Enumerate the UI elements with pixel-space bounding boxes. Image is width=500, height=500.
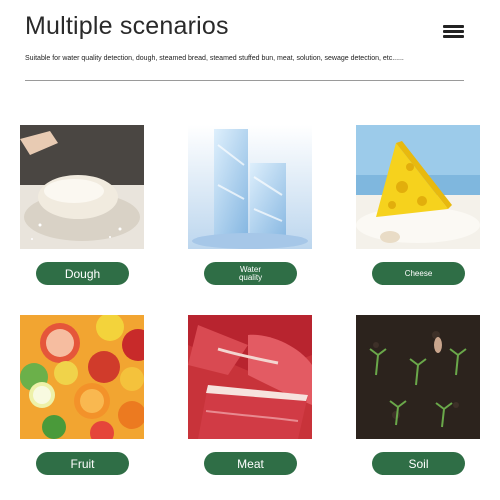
scenario-label-water-quality: Water quality (238, 264, 263, 282)
page-subtitle: Suitable for water quality detection, do… (25, 55, 404, 62)
scenario-button-fruit[interactable]: Fruit (36, 452, 129, 475)
cheese-image (356, 125, 480, 249)
scenario-button-dough[interactable]: Dough (36, 262, 129, 285)
page-title: Multiple scenarios (25, 12, 229, 40)
scenario-button-cheese[interactable]: Cheese (372, 262, 465, 285)
soil-image (356, 315, 480, 439)
menu-bar (443, 35, 464, 38)
meat-image (188, 315, 312, 439)
scenario-button-water-quality[interactable]: Water quality (204, 262, 297, 285)
fruit-image (20, 315, 144, 439)
scenario-button-meat[interactable]: Meat (204, 452, 297, 475)
hamburger-menu-icon[interactable] (443, 24, 465, 40)
menu-bar (443, 25, 464, 28)
scenario-button-soil[interactable]: Soil (372, 452, 465, 475)
dough-image (20, 125, 144, 249)
water-ice-image (188, 125, 312, 249)
divider (25, 80, 464, 81)
menu-bar (443, 30, 464, 33)
